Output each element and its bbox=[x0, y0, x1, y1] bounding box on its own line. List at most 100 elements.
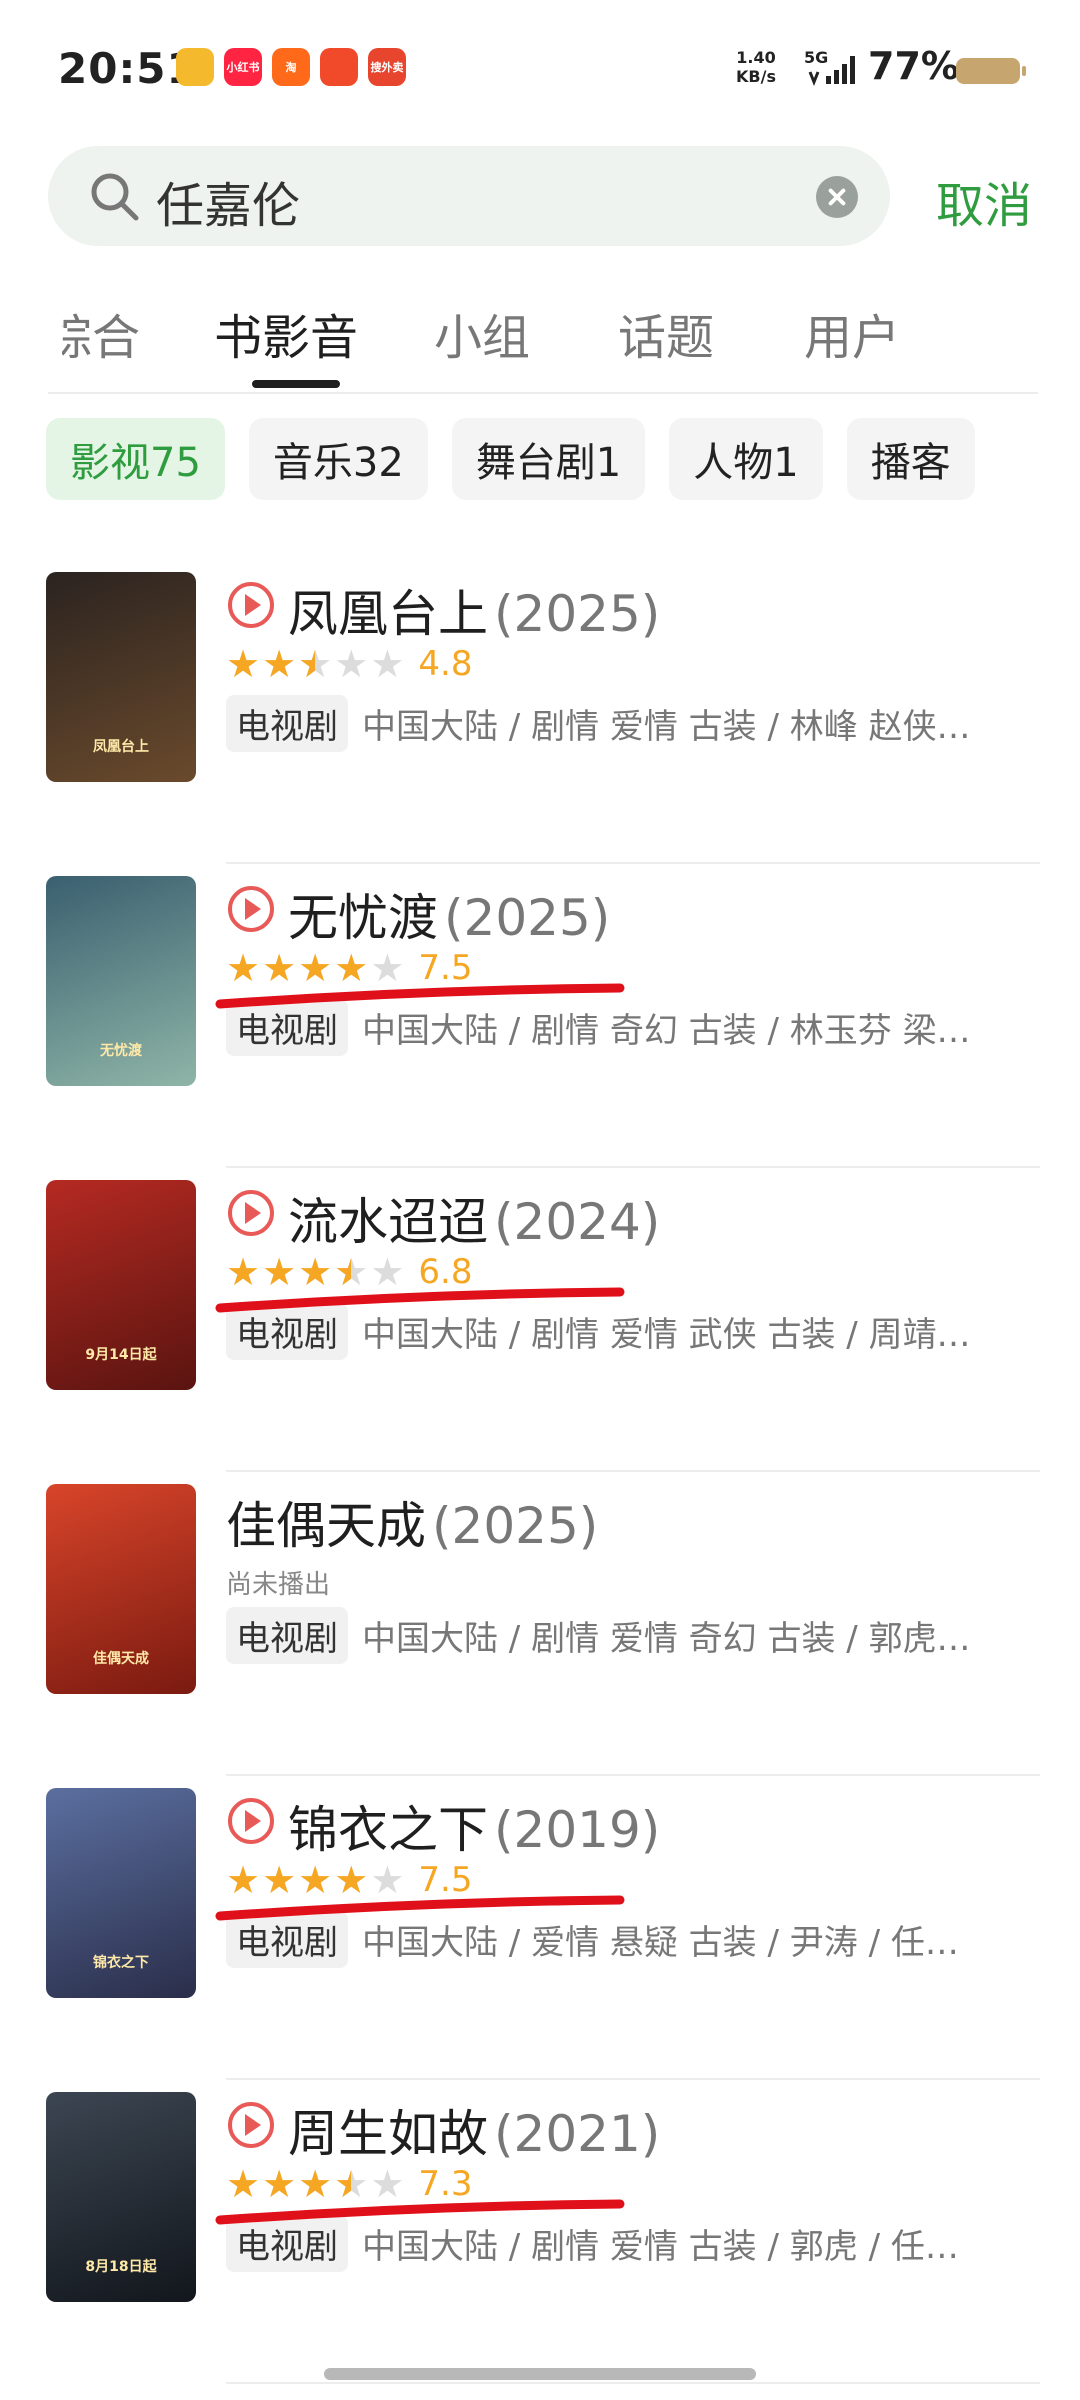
result-item[interactable]: 9月14日起流水迢迢(2024)★★★★★6.8电视剧中国大陆 / 剧情 爱情 … bbox=[0, 1168, 1080, 1472]
play-icon[interactable] bbox=[228, 2102, 274, 2148]
result-item[interactable]: 8月18日起 周生如故(2021)★★★★★7.3 电视剧中国大陆 / 剧情 爱情 … bbox=[0, 2080, 1080, 2384]
result-item[interactable]: 无忧渡 无忧渡 (2025) ★ ★ ★ ★ ★ 7.5 电视剧 中国大陆 / 剧情 奇幻 古装 /… bbox=[0, 864, 1080, 1168]
type-badge: 电视剧 bbox=[226, 1910, 348, 1968]
type-badge: 电视剧 bbox=[226, 1302, 348, 1360]
result-title[interactable]: 凤凰台上 (2025) bbox=[288, 574, 660, 646]
release-status: 尚未播出 bbox=[226, 1570, 331, 1600]
signal-bars-icon bbox=[808, 56, 855, 87]
release-year: (2025) bbox=[494, 585, 661, 643]
rating: ★ ★ ★ ★ ★ 7.5 bbox=[226, 1858, 472, 1902]
rating: ★ ★ ★ ★ ★ 7.5 bbox=[226, 946, 472, 990]
result-title[interactable]: 锦衣之下 (2019) bbox=[288, 1790, 660, 1862]
poster-image[interactable]: 8月18日起 bbox=[46, 2092, 196, 2302]
poster-image[interactable]: 凤凰台上 bbox=[46, 572, 196, 782]
release-year: (2024) bbox=[494, 1193, 661, 1251]
title-text: 无忧渡 bbox=[288, 889, 438, 947]
notification-icons: 小红书淘 搜外卖 bbox=[176, 48, 406, 86]
star-icon: ★ bbox=[334, 1858, 369, 1902]
type-badge: 电视剧 bbox=[226, 998, 348, 1056]
star-icon: ★ bbox=[262, 2162, 297, 2206]
waimai-icon: 搜外卖 bbox=[368, 48, 406, 86]
battery-icon bbox=[956, 58, 1026, 84]
rating-score: 4.8 bbox=[418, 644, 473, 684]
category-tabs: 综合 书影音 小组 话题 用户 bbox=[0, 290, 1080, 390]
tab-2[interactable]: 小组 bbox=[434, 298, 530, 368]
star-icon: ★ bbox=[334, 642, 369, 686]
search-input[interactable]: 任嘉伦 bbox=[156, 166, 300, 236]
meta-info: 中国大陆 / 剧情 奇幻 古装 / 林玉芬 梁… bbox=[362, 1010, 971, 1051]
poster-image[interactable]: 锦衣之下 bbox=[46, 1788, 196, 1998]
star-icon: ★ bbox=[370, 1858, 405, 1902]
tab-4[interactable]: 用户 bbox=[804, 298, 900, 368]
type-badge: 电视剧 bbox=[226, 2214, 348, 2272]
release-year: (2019) bbox=[494, 1801, 661, 1859]
star-rating: ★ ★ ★ ★ ★ bbox=[226, 1252, 404, 1292]
result-title[interactable]: 流水迢迢 (2024) bbox=[288, 1182, 660, 1254]
result-meta: 电视剧 中国大陆 / 剧情 奇幻 古装 / 林玉芬 梁… bbox=[226, 998, 1010, 1056]
star-icon: ★ bbox=[370, 946, 405, 990]
result-meta: 电视剧 中国大陆 / 爱情 悬疑 古装 / 尹涛 / 任… bbox=[226, 1910, 1010, 1968]
star-rating: ★ ★ ★ ★ ★ bbox=[226, 2164, 404, 2204]
filter-chips: 影视75 音乐32 舞台剧1 人物1 播客 bbox=[46, 418, 975, 500]
star-icon: ★ bbox=[262, 642, 297, 686]
signal-icon: 5G bbox=[804, 48, 864, 88]
rating-score: 6.8 bbox=[418, 1252, 473, 1292]
release-year: (2021) bbox=[494, 2105, 661, 2163]
play-icon[interactable] bbox=[228, 582, 274, 628]
poster-caption: 凤凰台上 bbox=[93, 739, 149, 755]
result-title[interactable]: 佳偶天成 (2025) bbox=[226, 1486, 598, 1558]
star-icon: ★ bbox=[298, 1250, 333, 1294]
poster-caption: 8月18日起 bbox=[85, 2259, 157, 2275]
poster-caption: 9月14日起 bbox=[85, 1347, 157, 1363]
result-meta: 电视剧 中国大陆 / 剧情 爱情 奇幻 古装 / 郭虎… bbox=[226, 1606, 1010, 1664]
result-item[interactable]: 锦衣之下 锦衣之下 (2019) ★ ★ ★ ★ ★ 7.5 电视剧 中国大陆 / 爱情 悬疑 古装… bbox=[0, 1776, 1080, 2080]
title-text: 锦衣之下 bbox=[288, 1801, 488, 1859]
poster-caption: 锦衣之下 bbox=[93, 1955, 149, 1971]
star-icon: ★ bbox=[298, 644, 332, 684]
release-year: (2025) bbox=[444, 889, 611, 947]
poster-image[interactable]: 佳偶天成 bbox=[46, 1484, 196, 1694]
meta-info: 中国大陆 / 剧情 爱情 古装 / 郭虎 / 任… bbox=[362, 2226, 959, 2267]
filter-chip-3[interactable]: 人物1 bbox=[669, 418, 823, 500]
tab-1[interactable]: 书影音 bbox=[214, 298, 358, 368]
cancel-button[interactable]: 取消 bbox=[936, 166, 1032, 236]
star-icon: ★ bbox=[298, 2162, 333, 2206]
meta-info: 中国大陆 / 爱情 悬疑 古装 / 尹涛 / 任… bbox=[362, 1922, 959, 1963]
star-icon: ★ bbox=[262, 946, 297, 990]
battery-percent: 77% bbox=[868, 44, 959, 88]
weibo-icon bbox=[176, 48, 214, 86]
filter-chip-4[interactable]: 播客 bbox=[846, 418, 975, 500]
home-indicator[interactable] bbox=[324, 2368, 756, 2380]
star-rating: ★ ★ ★ ★ ★ bbox=[226, 948, 404, 988]
star-icon: ★ bbox=[334, 946, 369, 990]
result-item[interactable]: 佳偶天成 佳偶天成 (2025) 尚未播出 电视剧 中国大陆 / 剧情 爱情 奇幻 古装 … bbox=[0, 1472, 1080, 1776]
poster-image[interactable]: 无忧渡 bbox=[46, 876, 196, 1086]
play-icon[interactable] bbox=[228, 1798, 274, 1844]
rating: ★★★★★7.3 bbox=[226, 2162, 472, 2206]
row-divider bbox=[226, 2382, 1040, 2384]
result-item[interactable]: 凤凰台上凤凰台上(2025)★★★★★4.8电视剧中国大陆 / 剧情 爱情 古装… bbox=[0, 560, 1080, 864]
result-title[interactable]: 周生如故 (2021) bbox=[288, 2094, 660, 2166]
tab-3[interactable]: 话题 bbox=[618, 298, 714, 368]
filter-chip-1[interactable]: 音乐32 bbox=[248, 418, 428, 500]
result-title[interactable]: 无忧渡 (2025) bbox=[288, 878, 610, 950]
star-icon: ★ bbox=[298, 1858, 333, 1902]
star-icon: ★ bbox=[262, 1250, 297, 1294]
play-icon[interactable] bbox=[228, 886, 274, 932]
tab-0[interactable]: 综合 bbox=[62, 298, 140, 368]
star-icon: ★ bbox=[334, 1252, 368, 1292]
rating: ★★★★★4.8 bbox=[226, 642, 472, 686]
poster-image[interactable]: 9月14日起 bbox=[46, 1180, 196, 1390]
speed-value: 1.40 bbox=[736, 48, 776, 67]
search-bar[interactable]: 任嘉伦 bbox=[48, 146, 890, 246]
poster-caption: 佳偶天成 bbox=[93, 1651, 149, 1667]
star-icon: ★ bbox=[226, 642, 261, 686]
clear-search-icon[interactable] bbox=[816, 176, 858, 218]
poster-caption: 无忧渡 bbox=[100, 1043, 142, 1059]
title-text: 佳偶天成 bbox=[226, 1497, 426, 1555]
play-icon[interactable] bbox=[228, 1190, 274, 1236]
taobao-icon: 淘 bbox=[272, 48, 310, 86]
filter-chip-0[interactable]: 影视75 bbox=[46, 418, 225, 500]
title-text: 流水迢迢 bbox=[288, 1193, 488, 1251]
filter-chip-2[interactable]: 舞台剧1 bbox=[451, 418, 646, 500]
